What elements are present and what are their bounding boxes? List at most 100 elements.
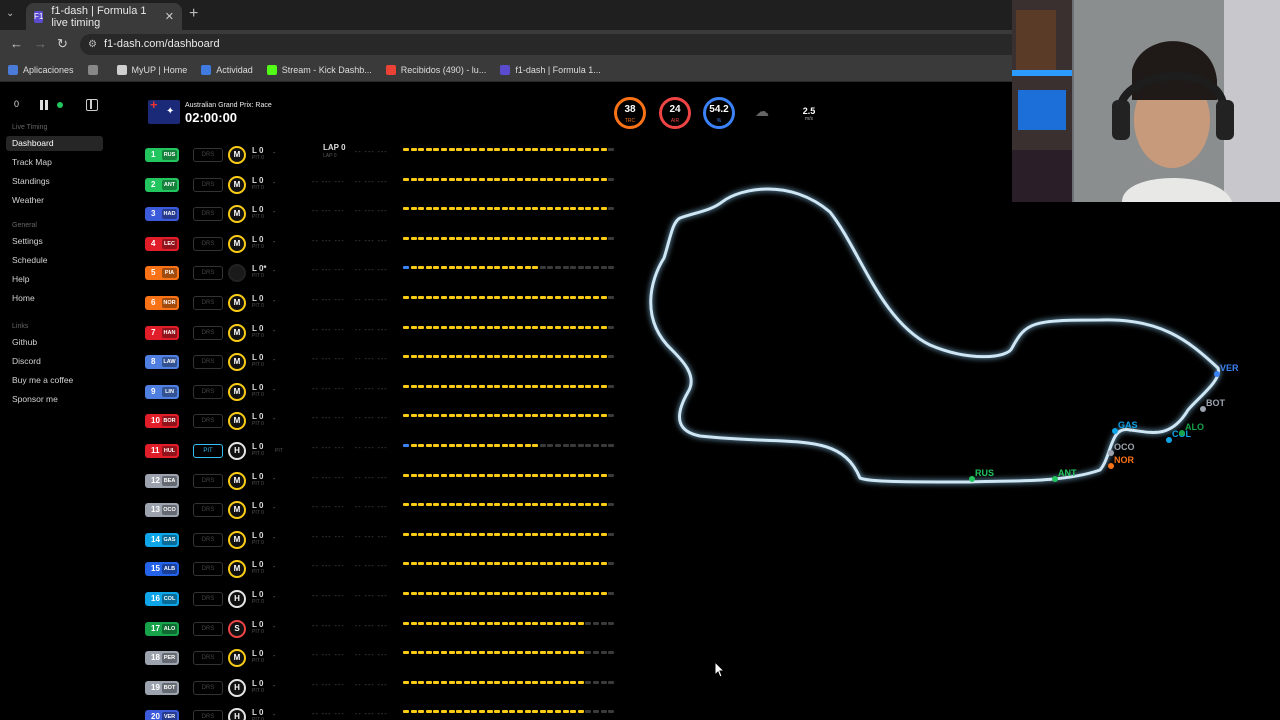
bookmark-item[interactable]: [87, 64, 103, 75]
sidebar-item-discord[interactable]: Discord: [6, 354, 103, 369]
mini-sector: [555, 651, 561, 655]
position-number: 12: [151, 475, 160, 485]
driver-row[interactable]: 17 ALO DRS S L 0 PIT 0 - -- --- --- -- --- ---: [145, 614, 625, 642]
mini-sector: [570, 207, 577, 211]
mini-sector: [410, 562, 417, 566]
mini-sector: [403, 355, 409, 359]
bookmark-item[interactable]: Aplicaciones: [8, 64, 74, 75]
new-tab-icon[interactable]: +: [189, 5, 198, 23]
driver-row[interactable]: 19 BOT DRS H L 0 PIT 0 - -- --- --- -- --- ---: [145, 673, 625, 701]
bookmark-item[interactable]: Actividad: [201, 64, 253, 75]
drs-indicator: DRS: [193, 503, 223, 518]
mini-sector: [501, 680, 508, 684]
driver-row[interactable]: 11 HUL PIT H L 0 PIT 0 PIT -- --- --- -- --- ---: [145, 436, 625, 464]
mini-sector: [608, 680, 615, 684]
mini-sector: [532, 355, 539, 359]
delay-counter[interactable]: 0: [14, 99, 19, 109]
mini-sector: [425, 532, 432, 536]
tyre-compound-icon: M: [228, 382, 246, 401]
pause-icon[interactable]: [40, 100, 48, 110]
sidebar-item-track-map[interactable]: Track Map: [6, 155, 103, 170]
driver-row[interactable]: 14 GAS DRS M L 0 PIT 0 - -- --- --- -- --- ---: [145, 525, 625, 553]
mini-sector: [570, 473, 577, 477]
mini-sector: [441, 621, 447, 625]
drs-indicator: DRS: [193, 355, 223, 370]
mini-sector: [463, 266, 470, 270]
mini-sector: [608, 384, 615, 388]
mini-sector: [539, 680, 546, 684]
driver-row[interactable]: 10 BOR DRS M L 0 PIT 0 - -- --- --- -- --- ---: [145, 406, 625, 434]
sidebar-item-help[interactable]: Help: [6, 272, 103, 287]
mini-sector: [539, 562, 546, 566]
pit-count: PIT 0: [252, 273, 264, 280]
driver-code: COL: [162, 594, 177, 604]
driver-row[interactable]: 2 ANT DRS M L 0 PIT 0 - -- --- --- -- --- ---: [145, 170, 625, 198]
driver-row[interactable]: 8 LAW DRS M L 0 PIT 0 - -- --- --- -- --- ---: [145, 347, 625, 375]
driver-row[interactable]: 9 LIN DRS M L 0 PIT 0 - -- --- --- -- --- ---: [145, 377, 625, 405]
bookmark-item[interactable]: MyUP | Home: [116, 64, 187, 75]
sidebar-item-settings[interactable]: Settings: [6, 234, 103, 249]
reload-icon[interactable]: ↻: [57, 36, 68, 52]
track-car-label: NOR: [1114, 455, 1134, 465]
tab-search-icon[interactable]: ⌄: [6, 8, 14, 19]
driver-row[interactable]: 4 LEC DRS M L 0 PIT 0 - -- --- --- -- --- ---: [145, 229, 625, 257]
url-text: f1-dash.com/dashboard: [104, 38, 220, 50]
mini-sector: [524, 710, 531, 714]
mini-sector: [585, 680, 592, 684]
sidebar-item-schedule[interactable]: Schedule: [6, 253, 103, 268]
mini-sector: [448, 710, 455, 714]
close-tab-icon[interactable]: ✕: [165, 10, 174, 23]
sidebar-toggle-icon[interactable]: [86, 99, 98, 111]
driver-row[interactable]: 12 BEA DRS M L 0 PIT 0 - -- --- --- -- --- ---: [145, 466, 625, 494]
sidebar-item-standings[interactable]: Standings: [6, 174, 103, 189]
mini-sector: [608, 207, 615, 211]
browser-tab[interactable]: F1 f1-dash | Formula 1 live timing ✕: [26, 3, 182, 30]
back-icon[interactable]: ←: [10, 36, 23, 51]
driver-row[interactable]: 20VERDRSHL 0PIT 0--- --- ----- --- ---: [145, 702, 625, 720]
url-bar[interactable]: ⚙ f1-dash.com/dashboard: [80, 34, 1020, 55]
sidebar-item-buy-me-a-coffee[interactable]: Buy me a coffee: [6, 373, 103, 388]
mini-sector: [501, 710, 508, 714]
bookmark-item[interactable]: f1-dash | Formula 1...: [500, 64, 601, 75]
mini-sector: [532, 562, 539, 566]
driver-row[interactable]: 16 COL DRS H L 0 PIT 0 - -- --- --- -- --- ---: [145, 584, 625, 612]
sidebar-item-home[interactable]: Home: [6, 291, 103, 306]
sidebar-item-weather[interactable]: Weather: [6, 193, 103, 208]
mini-sector: [494, 680, 501, 684]
laptime-value: -- --- ---: [355, 237, 388, 245]
bookmark-item[interactable]: Recibidos (490) - lu...: [385, 64, 486, 75]
mini-sector: [585, 325, 592, 329]
mini-sector: [418, 651, 425, 655]
mini-sector: [577, 473, 584, 477]
driver-row[interactable]: 3 HAD DRS M L 0 PIT 0 - -- --- --- -- --- ---: [145, 199, 625, 227]
driver-row[interactable]: 6 NOR DRS M L 0 PIT 0 - -- --- --- -- --- ---: [145, 288, 625, 316]
mini-sector: [425, 266, 432, 270]
pit-count: PIT 0: [252, 303, 264, 309]
laptime-value: -- --- ---: [355, 415, 388, 423]
bookmark-item[interactable]: Stream - Kick Dashb...: [266, 64, 372, 75]
driver-row[interactable]: 13 OCO DRS M L 0 PIT 0 - -- --- --- -- --- ---: [145, 495, 625, 523]
humidity-value: 54.2: [709, 104, 729, 115]
sidebar-item-sponsor-me[interactable]: Sponsor me: [6, 392, 103, 407]
tyre-laps: L 0: [252, 501, 264, 511]
mini-sector: [441, 384, 447, 388]
mini-sector: [494, 651, 501, 655]
driver-row[interactable]: 7 HAN DRS M L 0 PIT 0 - -- --- --- -- --- ---: [145, 318, 625, 346]
mini-sector: [410, 444, 417, 447]
position-number: 18: [151, 653, 160, 663]
site-info-icon[interactable]: ⚙: [88, 34, 97, 55]
sidebar-item-dashboard[interactable]: Dashboard: [6, 136, 103, 151]
track-temp-gauge: 38 TRC: [614, 97, 646, 129]
driver-row[interactable]: 1 RUS DRS M L 0 PIT 0 - -- --- ---: [145, 140, 625, 168]
laptime-value: -- --- ---: [355, 297, 388, 304]
mini-sector: [410, 621, 417, 625]
delta-tick: -: [273, 682, 276, 690]
driver-row[interactable]: 5 PIA DRS L 0* PIT 0 - -- --- --- -- --- ---: [145, 258, 625, 286]
gap-value: -- --- ---: [312, 563, 345, 571]
forward-icon[interactable]: →: [34, 36, 47, 51]
driver-row[interactable]: 18 PER DRS M L 0 PIT 0 - -- --- --- -- --- ---: [145, 643, 625, 671]
sidebar-item-github[interactable]: Github: [6, 335, 103, 350]
driver-row[interactable]: 15 ALB DRS M L 0 PIT 0 - -- --- --- -- --- ---: [145, 554, 625, 582]
tyre-compound-icon: S: [228, 619, 246, 638]
mini-sector: [494, 592, 501, 595]
